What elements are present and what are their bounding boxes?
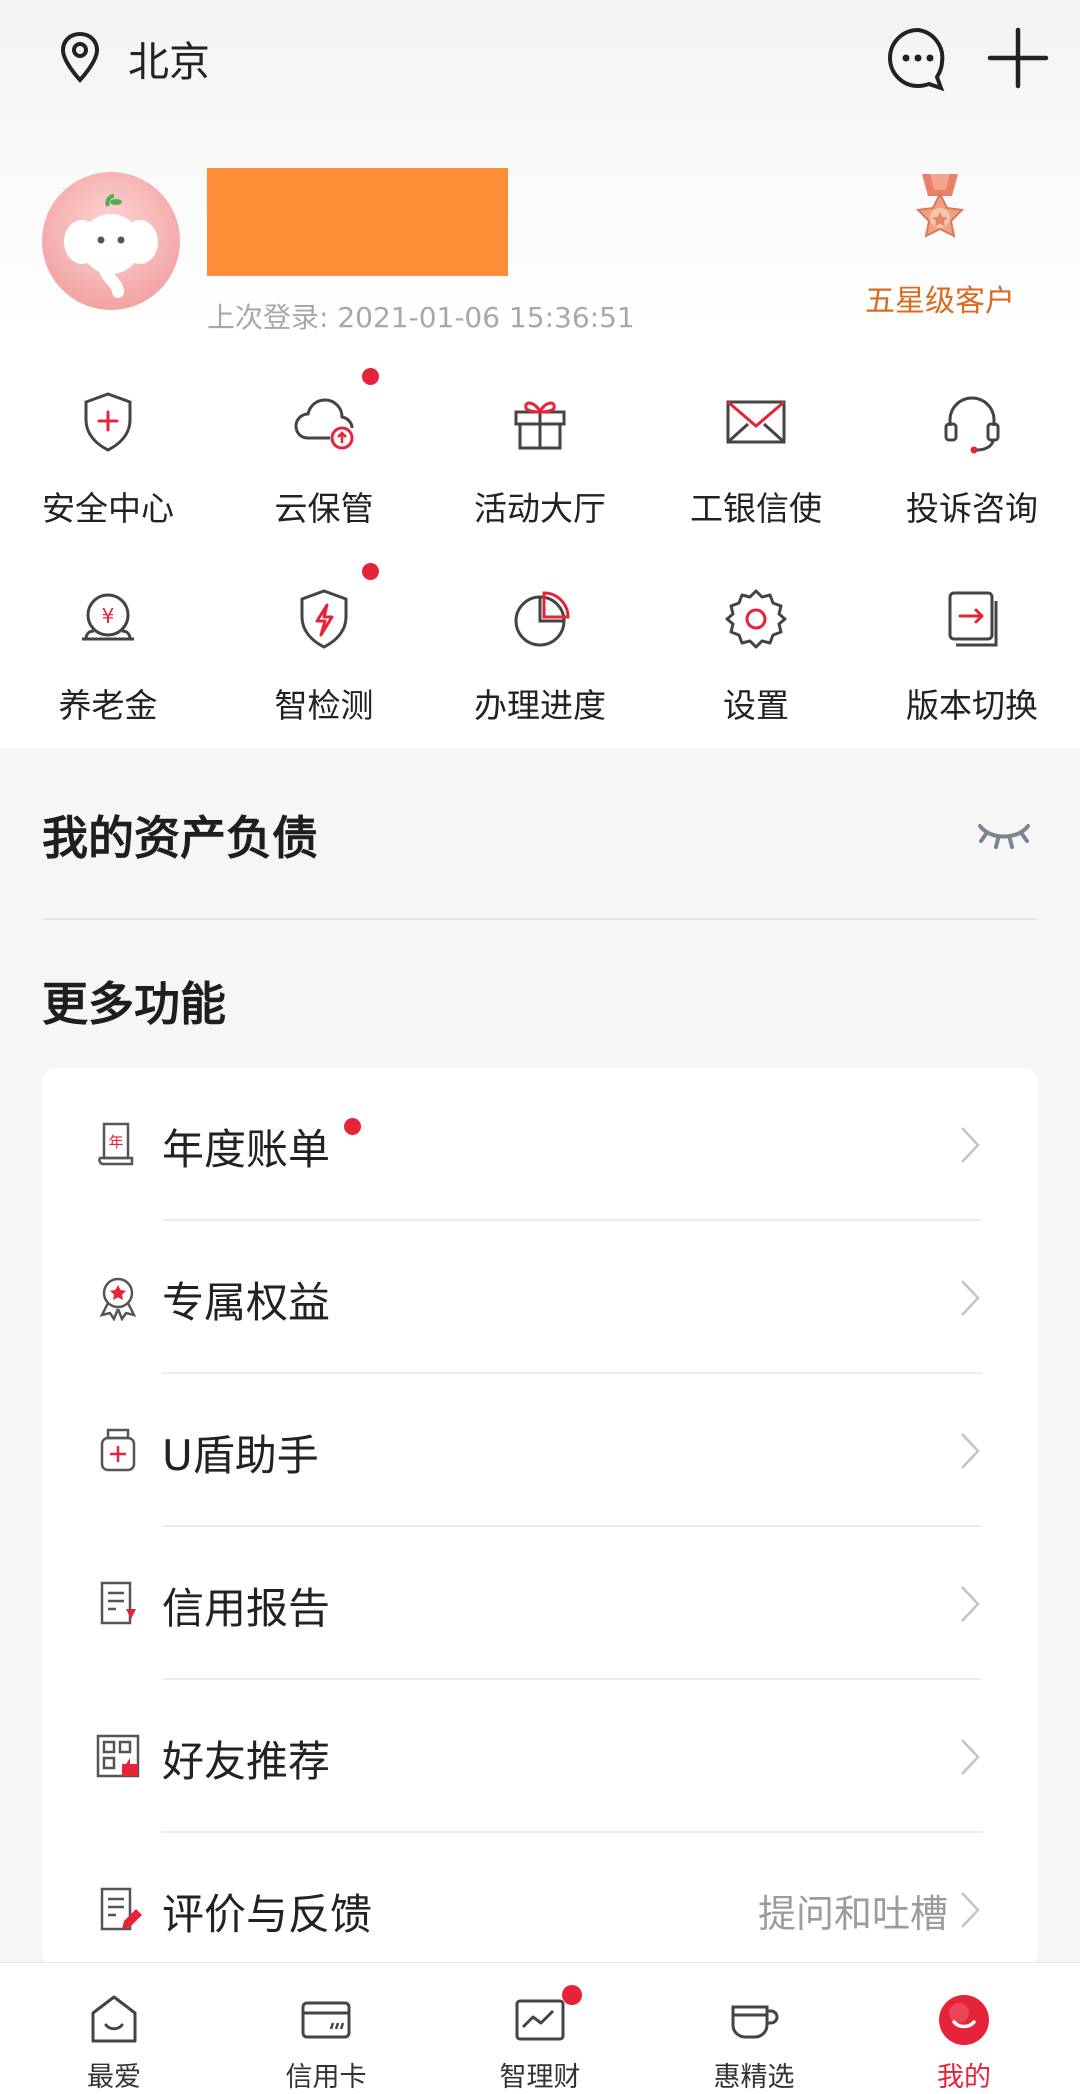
- coffee-cup-icon: [731, 2005, 779, 2039]
- shortcut-progress[interactable]: 办理进度: [432, 569, 648, 766]
- headset-icon: [944, 396, 1000, 454]
- shortcut-label: 设置: [723, 686, 789, 725]
- list-item-label: 好友推荐: [162, 1737, 331, 1786]
- list-item-label: U盾助手: [162, 1431, 319, 1480]
- list-item-exclusive-benefits[interactable]: 专属权益: [42, 1221, 1038, 1374]
- chevron-right-icon: [961, 1433, 980, 1469]
- shortcut-version-switch[interactable]: 版本切换: [864, 569, 1080, 766]
- list-item-label: 年度账单: [162, 1125, 331, 1174]
- city-label: 北京: [128, 38, 210, 86]
- shortcut-pension[interactable]: ¥ 养老金: [0, 569, 216, 766]
- last-login-text: 上次登录: 2021-01-06 15:36:51: [207, 301, 635, 334]
- list-item-ukey-assistant[interactable]: U盾助手: [42, 1374, 1038, 1527]
- tab-favorites[interactable]: 最爱: [6, 1963, 222, 2094]
- elephant-mascot-icon: [64, 194, 158, 298]
- shortcut-label: 投诉咨询: [906, 489, 1038, 528]
- location-selector[interactable]: 北京: [52, 28, 210, 88]
- notification-dot: [344, 1118, 361, 1135]
- tab-label: 我的: [937, 2062, 991, 2093]
- shortcut-label: 智检测: [274, 686, 374, 725]
- list-item-credit-report[interactable]: 信用报告: [42, 1527, 1038, 1680]
- qr-like-icon: [96, 1734, 140, 1778]
- assets-section[interactable]: 我的资产负债: [0, 748, 1080, 918]
- list-item-label: 评价与反馈: [162, 1890, 373, 1939]
- notification-dot: [562, 1985, 582, 2005]
- shortcut-label: 工银信使: [690, 489, 822, 528]
- more-functions-list: 年 年度账单 专属权益 U盾助手 信用报告 好友推荐 评价与反馈 提问和吐槽: [42, 1068, 1038, 1968]
- shortcut-smart-check[interactable]: 智检测: [216, 563, 432, 766]
- list-item-feedback[interactable]: 评价与反馈 提问和吐槽: [42, 1833, 1038, 1968]
- pension-coin-icon: ¥: [82, 593, 134, 641]
- location-pin-icon: [60, 31, 100, 83]
- chevron-right-icon: [961, 1586, 980, 1622]
- cloud-upload-icon: [294, 398, 354, 450]
- shortcut-security-center[interactable]: 安全中心: [0, 372, 216, 569]
- chat-bubble-icon[interactable]: [884, 24, 952, 92]
- award-ribbon-icon: [99, 1277, 137, 1321]
- svg-text:年: 年: [108, 1133, 123, 1151]
- shortcut-icbc-messenger[interactable]: 工银信使: [648, 372, 864, 569]
- list-item-label: 信用报告: [162, 1584, 331, 1633]
- trend-chart-icon: [515, 1999, 565, 2041]
- tab-label: 惠精选: [713, 2062, 795, 2093]
- chevron-right-icon: [961, 1892, 980, 1928]
- tab-label: 智理财: [499, 2062, 581, 2093]
- feedback-edit-icon: [100, 1887, 142, 1931]
- tab-credit-card[interactable]: 信用卡: [218, 1963, 434, 2094]
- pie-progress-icon: [514, 591, 570, 647]
- gear-icon: [725, 589, 787, 649]
- notification-dot: [362, 563, 379, 580]
- shortcut-label: 养老金: [58, 686, 158, 725]
- usb-key-icon: [100, 1428, 136, 1472]
- tab-mine[interactable]: 我的: [856, 1963, 1072, 2094]
- list-item-label: 专属权益: [162, 1278, 331, 1327]
- plus-icon[interactable]: [984, 24, 1052, 92]
- tab-label: 信用卡: [285, 2062, 367, 2093]
- shortcut-label: 办理进度: [474, 686, 606, 725]
- gift-icon: [514, 401, 566, 450]
- avatar[interactable]: [42, 172, 180, 310]
- annual-bill-icon: 年: [98, 1122, 134, 1166]
- shortcut-label: 安全中心: [42, 489, 174, 528]
- svg-text:¥: ¥: [102, 604, 115, 628]
- medal-icon[interactable]: [900, 172, 980, 256]
- customer-level-label[interactable]: 五星级客户: [862, 276, 1018, 320]
- shield-bolt-icon: [300, 589, 348, 649]
- tab-smart-finance[interactable]: 智理财: [432, 1963, 648, 2094]
- assets-title: 我的资产负债: [42, 811, 318, 865]
- shield-plus-icon: [84, 392, 132, 452]
- more-functions-title: 更多功能: [42, 977, 226, 1031]
- list-item-annual-bill[interactable]: 年 年度账单: [42, 1068, 1038, 1221]
- envelope-icon: [726, 400, 786, 444]
- section-divider: [42, 918, 1038, 920]
- eye-closed-icon[interactable]: [976, 818, 1032, 854]
- list-item-friend-referral[interactable]: 好友推荐: [42, 1680, 1038, 1833]
- shortcut-complaint-consult[interactable]: 投诉咨询: [864, 372, 1080, 569]
- shortcut-row-2: ¥ 养老金 智检测 办理进度 设置 版本切换: [0, 563, 1080, 766]
- tab-label: 最爱: [87, 2062, 141, 2093]
- chevron-right-icon: [961, 1739, 980, 1775]
- shortcut-row-1: 安全中心 云保管 活动大厅 工银信使 投诉咨询: [0, 368, 1080, 569]
- shortcut-settings[interactable]: 设置: [648, 569, 864, 766]
- list-item-hint: 提问和吐槽: [757, 1892, 948, 1936]
- shortcut-grid: 安全中心 云保管 活动大厅 工银信使 投诉咨询 ¥ 养老金 智检测 办理进度 设…: [0, 368, 1080, 766]
- shortcut-label: 云保管: [274, 489, 374, 528]
- home-smile-icon: [91, 1995, 137, 2043]
- shortcut-cloud-storage[interactable]: 云保管: [216, 368, 432, 569]
- shortcut-label: 版本切换: [906, 686, 1038, 725]
- shortcut-activity-hall[interactable]: 活动大厅: [432, 372, 648, 569]
- credit-card-icon: [301, 2001, 351, 2039]
- bottom-tab-bar: 最爱 信用卡 智理财 惠精选 我的: [0, 1962, 1080, 2094]
- chevron-right-icon: [961, 1280, 980, 1316]
- credit-report-icon: [100, 1581, 136, 1625]
- smile-circle-icon: [939, 1995, 989, 2045]
- tab-selected-deals[interactable]: 惠精选: [646, 1963, 862, 2094]
- switch-version-icon: [948, 591, 998, 647]
- shortcut-label: 活动大厅: [474, 489, 606, 528]
- notification-dot: [362, 368, 379, 385]
- chevron-right-icon: [961, 1127, 980, 1163]
- username-redacted: [207, 168, 508, 276]
